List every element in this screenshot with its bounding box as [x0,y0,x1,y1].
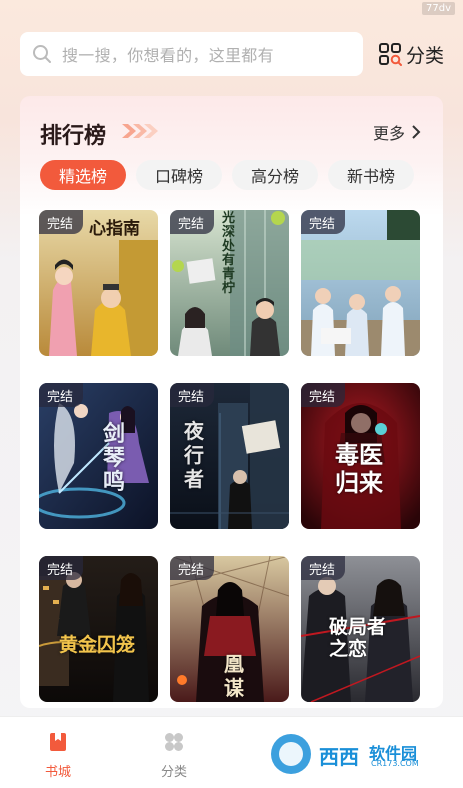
search-icon [33,45,51,63]
completed-badge: 完结 [39,556,84,580]
completed-badge: 完结 [170,556,215,580]
nav-category-label: 分类 [160,765,187,780]
site-watermark-logo: 西西 软件园 CR173.COM [265,728,445,780]
book-card[interactable]: 完结 [301,210,420,356]
category-label: 分类 [406,44,445,67]
tab-high-score[interactable]: 高分榜 [232,160,319,190]
book-title: 光深处有青柠 [222,211,236,296]
category-button[interactable]: 分类 [378,40,444,68]
book-card[interactable]: 完结 毒医归来 [301,383,420,529]
book-card[interactable]: 完结 剑琴鸣 [39,383,158,529]
book-card[interactable]: 完结 破局者之恋 [301,556,420,702]
category-grid-icon [379,43,402,66]
completed-badge: 完结 [301,383,346,407]
corner-watermark: 77dv [422,2,455,15]
nav-bookstore[interactable]: 书城 [28,731,88,780]
completed-badge: 完结 [39,210,84,234]
book-grid: 完结 心指南 完结 光深处有青柠 完结 完结 剑琴鸣 完结 夜行者 完结 毒医归… [39,210,420,702]
book-title: 凰谋 [224,652,244,700]
book-card[interactable]: 完结 光深处有青柠 [170,210,289,356]
watermark-brand: 西西 [319,745,359,769]
nav-bookstore-label: 书城 [44,765,71,780]
ranking-title: 排行榜 [40,124,107,149]
book-title: 毒医归来 [335,441,383,497]
completed-badge: 完结 [301,556,346,580]
more-link[interactable]: 更多 [373,120,421,144]
book-card[interactable]: 完结 心指南 [39,210,158,356]
book-card[interactable]: 完结 凰谋 [170,556,289,702]
ranking-card: 排行榜 更多 精选榜 口碑榜 高分榜 新书榜 完结 心指南 完结 光深处有青柠 … [20,96,443,708]
book-title: 心指南 [89,219,140,239]
grid-dots-icon [165,733,183,751]
search-placeholder: 搜一搜，你想看的，这里都有 [62,46,274,65]
book-title: 破局者之恋 [329,616,387,660]
watermark-domain: CR173.COM [371,759,419,768]
tab-new-books[interactable]: 新书榜 [328,160,415,190]
book-card[interactable]: 完结 黄金囚笼 [39,556,158,702]
chevron-right-icon [412,125,421,139]
book-card[interactable]: 完结 夜行者 [170,383,289,529]
completed-badge: 完结 [39,383,84,407]
tab-featured[interactable]: 精选榜 [40,160,127,190]
nav-category[interactable]: 分类 [144,731,204,780]
ranking-tabs: 精选榜 口碑榜 高分榜 新书榜 [40,160,415,190]
completed-badge: 完结 [301,210,346,234]
book-title: 黄金囚笼 [59,634,136,656]
book-title: 夜行者 [184,419,204,491]
tab-reputation[interactable]: 口碑榜 [136,160,223,190]
book-title: 剑琴鸣 [103,422,126,495]
completed-badge: 完结 [170,210,215,234]
completed-badge: 完结 [170,383,215,407]
arrows-decoration-icon [122,124,158,138]
bookmark-icon [50,733,66,751]
more-label: 更多 [372,124,405,143]
search-input[interactable]: 搜一搜，你想看的，这里都有 [20,32,363,76]
